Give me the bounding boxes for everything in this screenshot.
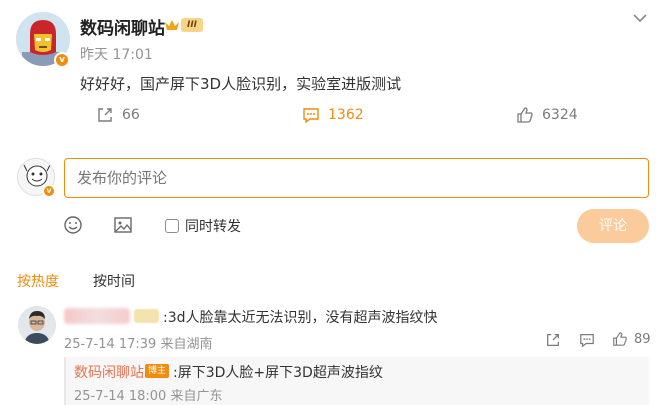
author-badge: 博主 [145, 364, 170, 378]
post-content: 好好好，国产屏下3D人脸识别，实验室进版测试 [80, 75, 402, 93]
reply-date: 25-7-14 18:00 [74, 389, 167, 404]
repost-count: 66 [122, 107, 140, 123]
post-time[interactable]: 昨天 17:01 [80, 44, 153, 64]
reply-location: 来自广东 [170, 389, 223, 404]
chevron-down-icon[interactable] [631, 10, 649, 29]
reply-author[interactable]: 数码闲聊站 [74, 362, 144, 382]
post-author-name[interactable]: 数码闲聊站 [80, 14, 165, 39]
person-avatar-icon [18, 306, 56, 344]
image-icon [114, 217, 132, 233]
reply-text: :屏下3D人脸+屏下3D超声波指纹 [173, 365, 383, 381]
repost-checkbox-group[interactable]: 同时转发 [165, 216, 241, 236]
repost-checkbox-label: 同时转发 [185, 219, 241, 235]
share-icon [547, 334, 559, 346]
comment-count: 1362 [328, 107, 364, 123]
like-count: 6324 [542, 107, 578, 123]
comment-date: 25-7-14 17:39 [64, 337, 157, 352]
comment-meta: 25-7-14 17:39 来自湖南 [64, 333, 213, 352]
comment-input[interactable] [64, 158, 649, 198]
sort-by-time-tab[interactable]: 按时间 [93, 271, 135, 291]
repost-button[interactable]: 66 [96, 106, 140, 124]
emoji-button[interactable] [63, 215, 83, 239]
thumbs-up-icon [517, 107, 533, 123]
comment-icon [303, 108, 319, 124]
emoji-icon [64, 216, 82, 234]
comment-reply-button[interactable] [579, 332, 595, 352]
comment-button[interactable]: 1362 [302, 106, 364, 124]
repost-checkbox[interactable] [165, 219, 179, 233]
comment-share-button[interactable] [545, 332, 561, 352]
commenter-badge [134, 309, 159, 323]
commenter-name-blurred[interactable] [64, 308, 130, 324]
verified-badge-icon: v [54, 52, 70, 68]
user-level-badge: III [181, 18, 203, 32]
share-icon [98, 108, 112, 122]
comment-text: :3d人脸靠太近无法识别，没有超声波指纹快 [163, 310, 438, 326]
reply-meta: 25-7-14 18:00 来自广东 [74, 385, 223, 404]
comment-like-count: 89 [634, 331, 651, 347]
thumbs-up-icon [613, 332, 627, 346]
image-button[interactable] [113, 215, 133, 239]
comment-like-button[interactable]: 89 [612, 331, 651, 347]
submit-comment-button[interactable]: 评论 [577, 209, 649, 243]
comment-location: 来自湖南 [160, 337, 213, 352]
comment-icon [580, 334, 594, 348]
crown-icon [164, 17, 180, 36]
sort-by-hot-tab[interactable]: 按热度 [17, 271, 59, 291]
commenter-avatar[interactable] [18, 306, 56, 344]
verified-badge-icon: v [42, 184, 56, 198]
like-button[interactable]: 6324 [516, 106, 578, 124]
